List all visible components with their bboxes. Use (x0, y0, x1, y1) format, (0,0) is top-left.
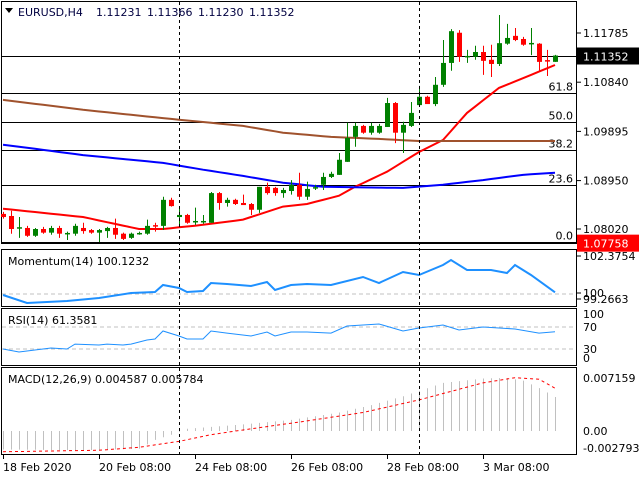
candle-body-bull (281, 189, 286, 194)
candle-body-bear (25, 227, 30, 236)
candle-body-bear (393, 103, 398, 133)
candle-body-bear (297, 184, 302, 197)
candle-body-bear (81, 227, 86, 232)
trading-chart[interactable]: 61.8 50.0 38.2 23.6 0.0 1.11785 1.10840 1.0989… (0, 0, 640, 480)
rsi-axis-label: 70 (583, 321, 597, 334)
ohlc-close: 1.11352 (249, 6, 295, 19)
candle-body-bear (89, 230, 94, 233)
time-axis-label: 26 Feb 08:00 (291, 461, 363, 474)
time-axis-label: 3 Mar 08:00 (483, 461, 549, 474)
candle-body-bear (185, 214, 190, 223)
momentum-axis-label: 102.3754 (583, 250, 636, 263)
chart-background (0, 0, 640, 480)
candle-body-bull (209, 193, 214, 223)
candle-body-bear (41, 229, 46, 233)
rsi-axis-label: 0 (583, 352, 590, 365)
price-axis-label: 1.11785 (583, 27, 629, 40)
momentum-axis-label: 99.2663 (583, 293, 629, 306)
candle-body-bull (345, 137, 350, 162)
candle-body-bear (489, 59, 494, 64)
candle-body-bear (121, 233, 126, 239)
candle-body-bull (289, 184, 294, 192)
candle-body-bear (1, 213, 6, 218)
candle-body-bear (169, 199, 174, 207)
candle-body-bear (513, 35, 518, 41)
fib-label: 38.2 (549, 138, 574, 151)
candle-body-bull (177, 214, 182, 218)
macd-axis-label: -0.002793 (583, 442, 639, 455)
marked-price-label: 1.07758 (583, 238, 629, 251)
candle-body-bull (385, 103, 390, 127)
fib-label: 50.0 (549, 110, 574, 123)
time-axis-label: 28 Feb 08:00 (387, 461, 459, 474)
symbol-title: EURUSD,H4 (18, 6, 83, 19)
candle-body-bull (473, 52, 478, 57)
candle-body-bull (321, 176, 326, 185)
price-axis-label: 1.08950 (583, 175, 629, 188)
candle-body-bull (145, 225, 150, 234)
rsi-title: RSI(14) 61.3581 (8, 314, 97, 327)
candle-body-bull (33, 229, 38, 236)
candle-body-bear (425, 96, 430, 105)
candle-body-bear (265, 186, 270, 194)
price-axis-label: 1.09895 (583, 125, 629, 138)
candle-body-bull (353, 125, 358, 137)
current-price-label: 1.11352 (583, 51, 629, 64)
candle-body-bear (273, 187, 278, 194)
price-axis-label: 1.08020 (583, 223, 629, 236)
candle-body-bear (9, 215, 14, 230)
candle-body-bull (409, 112, 414, 126)
rsi-axis-label: 100 (583, 308, 604, 321)
candle-body-bull (97, 230, 102, 233)
fib-label: 23.6 (549, 173, 574, 186)
candle-body-bull (225, 199, 230, 203)
candle-body-bull (553, 55, 558, 62)
candle-body-bull (401, 124, 406, 133)
candle-body-bull (337, 159, 342, 175)
candle-body-bear (537, 43, 542, 62)
candle-body-bull (49, 227, 54, 233)
time-axis-label: 20 Feb 08:00 (99, 461, 171, 474)
fib-label: 0.0 (556, 230, 574, 243)
candle-body-bull (329, 173, 334, 177)
candle-body-bear (249, 204, 254, 210)
price-axis-label: 1.10840 (583, 76, 629, 89)
candle-body-bull (377, 125, 382, 133)
macd-axis-label: 0.007159 (583, 372, 636, 385)
candle-body-bull (505, 37, 510, 44)
candle-body-bull (433, 84, 438, 105)
ohlc-open: 1.11231 (96, 6, 142, 19)
macd-title: MACD(12,26,9) 0.004587 0.005784 (8, 373, 204, 386)
candle-body-bear (113, 227, 118, 235)
ohlc-high: 1.11366 (147, 6, 193, 19)
candle-body-bear (521, 38, 526, 45)
time-axis-label: 24 Feb 08:00 (195, 461, 267, 474)
ohlc-low: 1.11230 (198, 6, 244, 19)
candle-body-bull (73, 225, 78, 234)
candle-body-bear (457, 32, 462, 57)
candle-body-bear (217, 193, 222, 203)
fib-label: 61.8 (549, 81, 574, 94)
candle-body-bull (369, 125, 374, 133)
macd-axis-label: 0.00 (583, 425, 608, 438)
momentum-title: Momentum(14) 100.1232 (8, 255, 149, 268)
candle-body-bear (241, 202, 246, 206)
candle-body-bull (161, 199, 166, 226)
candle-body-bull (105, 227, 110, 232)
candle-body-bull (305, 188, 310, 197)
candle-body-bull (441, 62, 446, 85)
time-axis-label: 18 Feb 2020 (3, 461, 71, 474)
candle-body-bear (481, 52, 486, 61)
candle-body-bull (257, 186, 262, 210)
candle-body-bull (497, 43, 502, 64)
candle-body-bear (233, 199, 238, 205)
candle-body-bull (449, 31, 454, 63)
candle-body-bear (57, 227, 62, 234)
candle-body-bear (361, 125, 366, 133)
candle-body-bull (129, 233, 134, 238)
